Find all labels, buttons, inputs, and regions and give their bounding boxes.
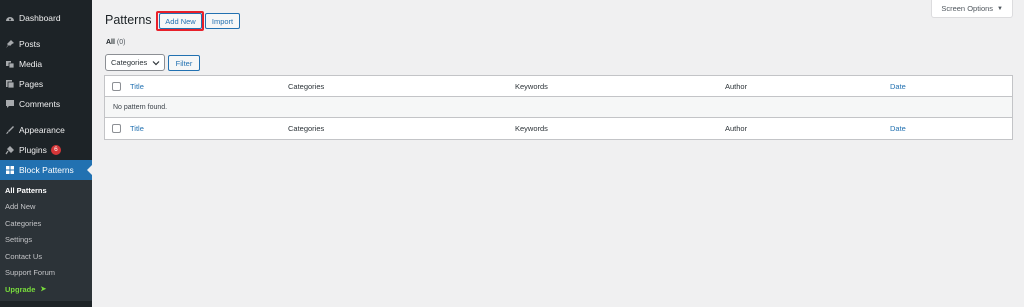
screen-options-button[interactable]: Screen Options ▼ bbox=[931, 0, 1013, 18]
pages-icon bbox=[4, 79, 15, 90]
menu-comments-label: Comments bbox=[19, 99, 61, 109]
column-author-footer: Author bbox=[725, 124, 748, 133]
table-header-row: Title Categories Keywords Author Date bbox=[105, 76, 1012, 97]
categories-select[interactable]: Categories bbox=[105, 54, 165, 71]
table-row: No pattern found. bbox=[105, 97, 1012, 118]
brush-icon bbox=[4, 125, 15, 136]
column-date[interactable]: Date bbox=[890, 76, 906, 97]
blocks-icon bbox=[4, 165, 15, 176]
categories-select-value: Categories bbox=[111, 58, 148, 67]
empty-message: No pattern found. bbox=[113, 103, 168, 111]
submenu-add-new[interactable]: Add New bbox=[0, 199, 92, 216]
submenu-all-patterns[interactable]: All Patterns bbox=[0, 182, 92, 199]
submenu-upgrade[interactable]: Upgrade ➤ bbox=[0, 281, 92, 298]
submenu-support-forum[interactable]: Support Forum bbox=[0, 265, 92, 282]
view-filter: All (0) bbox=[106, 39, 125, 46]
column-categories: Categories bbox=[288, 82, 325, 91]
chevron-down-icon bbox=[152, 61, 160, 66]
menu-media-label: Media bbox=[19, 59, 43, 69]
media-icon bbox=[4, 59, 15, 70]
submenu-contact-us[interactable]: Contact Us bbox=[0, 248, 92, 265]
submenu-settings[interactable]: Settings bbox=[0, 232, 92, 249]
menu-comments[interactable]: Comments bbox=[0, 94, 92, 114]
column-date-footer[interactable]: Date bbox=[890, 118, 906, 139]
menu-pages-label: Pages bbox=[19, 79, 44, 89]
page-title: Patterns bbox=[105, 13, 152, 27]
plugin-icon bbox=[4, 145, 15, 156]
menu-plugins-label: Plugins bbox=[19, 145, 47, 155]
plugins-update-badge: 6 bbox=[50, 145, 61, 155]
pin-icon bbox=[4, 39, 15, 50]
block-patterns-submenu: All Patterns Add New Categories Settings… bbox=[0, 180, 92, 301]
menu-appearance[interactable]: Appearance bbox=[0, 120, 92, 140]
table-footer-row: Title Categories Keywords Author Date bbox=[105, 118, 1012, 139]
arrow-right-icon: ➤ bbox=[40, 286, 47, 294]
submenu-upgrade-label: Upgrade bbox=[5, 284, 36, 294]
caret-down-icon: ▼ bbox=[997, 5, 1003, 12]
column-title[interactable]: Title bbox=[130, 76, 144, 97]
menu-plugins[interactable]: Plugins 6 bbox=[0, 140, 92, 160]
add-new-button[interactable]: Add New bbox=[159, 13, 202, 29]
view-all-link[interactable]: All bbox=[106, 39, 115, 46]
menu-block-patterns[interactable]: Block Patterns bbox=[0, 160, 92, 180]
menu-posts-label: Posts bbox=[19, 39, 41, 49]
dashboard-icon bbox=[4, 13, 15, 24]
filter-button[interactable]: Filter bbox=[168, 55, 200, 71]
column-title-footer[interactable]: Title bbox=[130, 118, 144, 139]
screen-options-label: Screen Options bbox=[941, 4, 994, 13]
view-all-count: (0) bbox=[116, 39, 126, 46]
menu-appearance-label: Appearance bbox=[19, 125, 65, 135]
menu-media[interactable]: Media bbox=[0, 54, 92, 74]
import-button[interactable]: Import bbox=[205, 13, 240, 29]
main-content: Screen Options ▼ Patterns Add New Import… bbox=[92, 0, 1024, 307]
column-categories-footer: Categories bbox=[288, 124, 325, 133]
menu-dashboard-label: Dashboard bbox=[19, 13, 61, 23]
admin-sidebar: Dashboard Posts Media Pages Comments App… bbox=[0, 0, 92, 307]
patterns-table: Title Categories Keywords Author Date No… bbox=[104, 75, 1013, 140]
column-keywords: Keywords bbox=[515, 82, 548, 91]
menu-dashboard[interactable]: Dashboard bbox=[0, 8, 92, 28]
menu-block-patterns-label: Block Patterns bbox=[19, 165, 74, 175]
menu-pages[interactable]: Pages bbox=[0, 74, 92, 94]
column-author: Author bbox=[725, 82, 748, 91]
menu-posts[interactable]: Posts bbox=[0, 34, 92, 54]
comment-icon bbox=[4, 99, 15, 110]
submenu-categories[interactable]: Categories bbox=[0, 215, 92, 232]
column-keywords-footer: Keywords bbox=[515, 124, 548, 133]
select-all-checkbox-footer[interactable] bbox=[112, 124, 121, 133]
select-all-checkbox[interactable] bbox=[112, 82, 121, 91]
